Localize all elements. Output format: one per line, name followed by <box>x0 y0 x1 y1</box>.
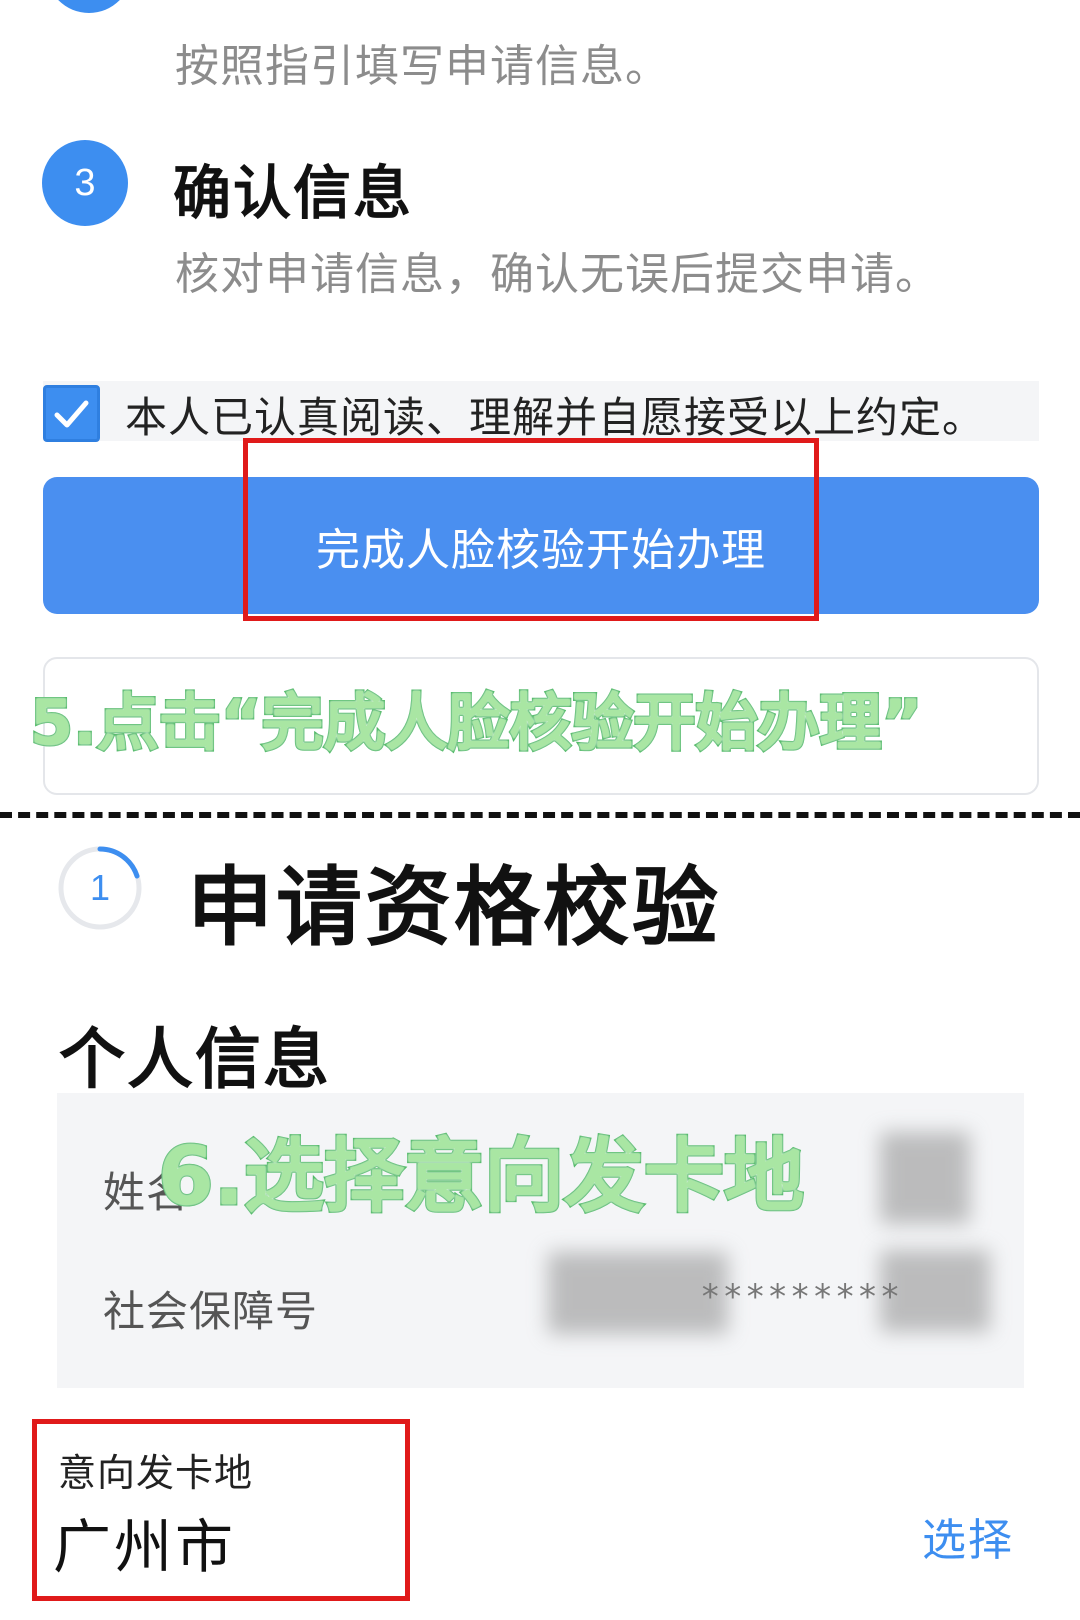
step-2-circle <box>46 0 132 13</box>
personal-info-title: 个人信息 <box>59 1021 331 1098</box>
qualification-title: 申请资格校验 <box>187 858 721 958</box>
progress-step-number: 1 <box>89 867 111 908</box>
select-region-link[interactable]: 选择 <box>922 1504 1014 1568</box>
highlight-box-button <box>243 438 819 621</box>
annotation-step-6: 6.选择意向发卡地 <box>156 1129 805 1225</box>
ssn-label: 社会保障号 <box>103 1287 319 1336</box>
checkmark-icon <box>54 400 89 428</box>
step-2-description: 按照指引填写申请信息。 <box>175 41 670 92</box>
agreement-text: 本人已认真阅读、理解并自愿接受以上约定。 <box>125 393 986 442</box>
ssn-masked-value: ********* <box>700 1277 903 1317</box>
step-3-title: 确认信息 <box>173 159 414 227</box>
step-3-description: 核对申请信息，确认无误后提交申请。 <box>175 249 940 300</box>
annotation-step-5: 5.点击“完成人脸核验开始办理” <box>28 685 923 761</box>
redacted-name <box>880 1132 970 1224</box>
agreement-checkbox[interactable] <box>43 385 100 442</box>
section-divider <box>0 812 1080 818</box>
highlight-box-region <box>32 1419 410 1601</box>
step-3-circle: 3 <box>42 140 128 226</box>
